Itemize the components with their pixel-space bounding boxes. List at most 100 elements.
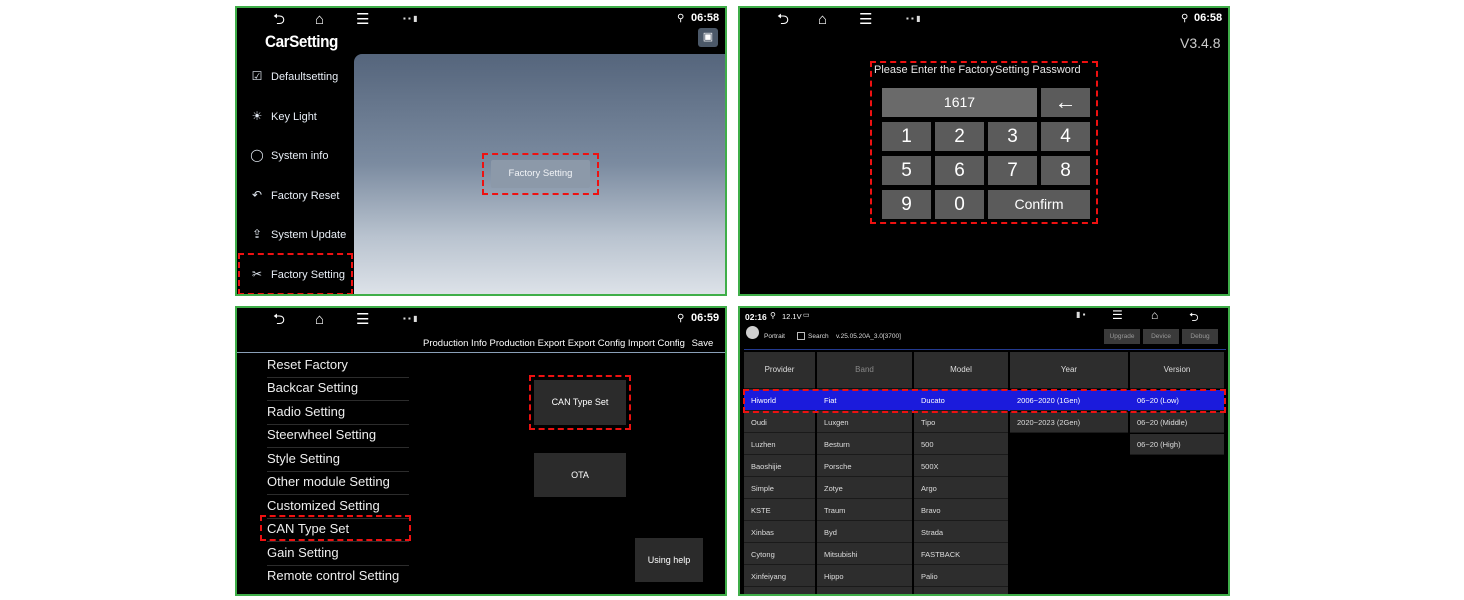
sidebar-item-label: Factory Reset	[271, 190, 340, 202]
band-item[interactable]: Zotye	[817, 478, 912, 499]
version-header: Version	[1130, 352, 1224, 389]
model-item[interactable]: 500X	[914, 456, 1008, 477]
model-item[interactable]: 500	[914, 434, 1008, 455]
band-item[interactable]: Porsche	[817, 456, 912, 477]
save-link[interactable]: Save	[692, 338, 714, 349]
menu-item-steerwheel-setting[interactable]: Steerwheel Setting	[267, 424, 409, 448]
reset-arrow-icon: ↶	[251, 188, 263, 202]
highlight-box-keypad	[870, 61, 1098, 224]
provider-item[interactable]: Cytong	[744, 544, 815, 565]
back-icon[interactable]: ⮌	[777, 11, 789, 29]
band-header: Band	[817, 352, 912, 389]
production-info-link[interactable]: Production Info	[423, 338, 487, 349]
password-panel: ⮌ ⌂ ☰ ▪ ▪ ▮ ⚲ 06:58 V3.4.8 Please Enter …	[738, 6, 1230, 296]
model-item[interactable]: Bravo	[914, 500, 1008, 521]
upgrade-button[interactable]: Upgrade	[1104, 329, 1140, 344]
export-config-link[interactable]: Export Config	[568, 338, 626, 349]
version-item-high[interactable]: 06~20 (High)	[1130, 434, 1224, 455]
location-icon: ⚲	[677, 313, 685, 324]
version-label: V3.4.8	[1180, 35, 1221, 51]
highlight-box-sidebar	[238, 253, 353, 294]
model-item[interactable]: Argo	[914, 478, 1008, 499]
band-item[interactable]: Traum	[817, 500, 912, 521]
version-item-middle[interactable]: 06~20 (Middle)	[1130, 412, 1224, 433]
back-icon[interactable]: ⮌	[1189, 308, 1199, 329]
band-item[interactable]: Hippo	[817, 566, 912, 587]
provider-item[interactable]: Xinfeiyang	[744, 566, 815, 587]
header-divider	[744, 349, 1226, 350]
app-title: CarSetting	[265, 32, 338, 51]
search-label: Search	[808, 333, 829, 340]
model-header: Model	[914, 352, 1008, 389]
clock: 02:16	[745, 312, 767, 322]
portrait-label: Portrait	[764, 333, 785, 340]
menu-item-reset-factory[interactable]: Reset Factory	[267, 354, 409, 378]
search-checkbox[interactable]	[797, 332, 805, 340]
highlight-box-selected-row	[743, 389, 1226, 413]
year-header: Year	[1010, 352, 1128, 389]
home-icon[interactable]: ⌂	[1151, 308, 1158, 322]
highlight-box-center	[482, 153, 599, 195]
notification-icons: ▪ ▪ ▮	[403, 14, 418, 23]
menu-item-style-setting[interactable]: Style Setting	[267, 448, 409, 472]
menu-icon[interactable]: ☰	[859, 11, 872, 29]
sidebar-item-system-info[interactable]: ◯ System info	[249, 145, 328, 165]
location-icon: ⚲	[770, 311, 776, 320]
sidebar-item-label: System Update	[271, 229, 347, 241]
provider-item[interactable]: Baoshijie	[744, 456, 815, 477]
home-icon[interactable]: ⌂	[315, 311, 324, 329]
checkbox-icon: ☑	[251, 69, 263, 83]
menu-item-radio-setting[interactable]: Radio Setting	[267, 401, 409, 425]
portrait-toggle-icon[interactable]	[746, 326, 759, 339]
clock: 06:58	[1194, 12, 1223, 24]
status-bar: ⮌ ⌂ ☰ ▪ ▪ ▮ ⚲ 06:58	[740, 8, 1228, 32]
status-bar: ⮌ ⌂ ☰ ▪ ▪ ▮ ⚲ 06:58	[237, 8, 725, 32]
image-icon[interactable]: ▣	[698, 28, 718, 47]
model-item[interactable]: Strada	[914, 522, 1008, 543]
car-battery-icon: ▭	[803, 312, 810, 319]
sidebar-item-label: System info	[271, 150, 329, 162]
menu-item-gain-setting[interactable]: Gain Setting	[267, 542, 409, 566]
sidebar-item-factory-reset[interactable]: ↶ Factory Reset	[249, 185, 340, 205]
home-icon[interactable]: ⌂	[315, 11, 324, 29]
menu-icon[interactable]: ☰	[1112, 308, 1123, 322]
import-config-link[interactable]: Import Config	[628, 338, 685, 349]
device-button[interactable]: Device	[1143, 329, 1179, 344]
clock: 06:59	[691, 312, 720, 324]
debug-button[interactable]: Debug	[1182, 329, 1218, 344]
menu-icon[interactable]: ☰	[356, 11, 369, 29]
back-icon[interactable]: ⮌	[273, 11, 285, 29]
sidebar-item-system-update[interactable]: ⇪ System Update	[249, 224, 346, 244]
provider-item[interactable]: Xinbas	[744, 522, 815, 543]
divider	[237, 352, 725, 353]
sidebar-item-key-light[interactable]: ☀ Key Light	[249, 106, 317, 126]
sidebar-item-defaultsetting[interactable]: ☑ Defaultsetting	[249, 66, 339, 86]
location-icon: ⚲	[1181, 13, 1189, 24]
chat-icon: ◯	[250, 148, 264, 162]
provider-item[interactable]: KSTE	[744, 500, 815, 521]
year-item-2020-2023[interactable]: 2020~2023 (2Gen)	[1010, 412, 1128, 433]
highlight-box-menu	[260, 515, 411, 541]
ota-button[interactable]: OTA	[534, 453, 626, 497]
band-item[interactable]: Besturn	[817, 434, 912, 455]
band-item[interactable]: Byd	[817, 522, 912, 543]
menu-item-backcar-setting[interactable]: Backcar Setting	[267, 377, 409, 401]
using-help-button[interactable]: Using help	[635, 538, 703, 582]
band-item[interactable]: Luxgen	[817, 412, 912, 433]
menu-item-other-module-setting[interactable]: Other module Setting	[267, 471, 409, 495]
menu-item-remote-control-setting[interactable]: Remote control Setting	[267, 565, 409, 588]
factory-setting-panel: ⮌ ⌂ ☰ ▪ ▪ ▮ ⚲ 06:59 Production Info Prod…	[235, 306, 727, 596]
model-item[interactable]: Tipo	[914, 412, 1008, 433]
menu-icon[interactable]: ☰	[356, 311, 369, 329]
back-icon[interactable]: ⮌	[273, 311, 285, 329]
provider-item[interactable]: Oudi	[744, 412, 815, 433]
clock: 06:58	[691, 12, 720, 24]
production-export-link[interactable]: Production Export	[490, 338, 566, 349]
provider-item[interactable]: Simple	[744, 478, 815, 499]
home-icon[interactable]: ⌂	[818, 11, 827, 29]
band-item[interactable]: Mitsubishi	[817, 544, 912, 565]
model-item[interactable]: FASTBACK	[914, 544, 1008, 565]
model-item[interactable]: Palio	[914, 566, 1008, 587]
provider-item[interactable]: Luzhen	[744, 434, 815, 455]
sidebar-item-label: Defaultsetting	[271, 71, 339, 83]
